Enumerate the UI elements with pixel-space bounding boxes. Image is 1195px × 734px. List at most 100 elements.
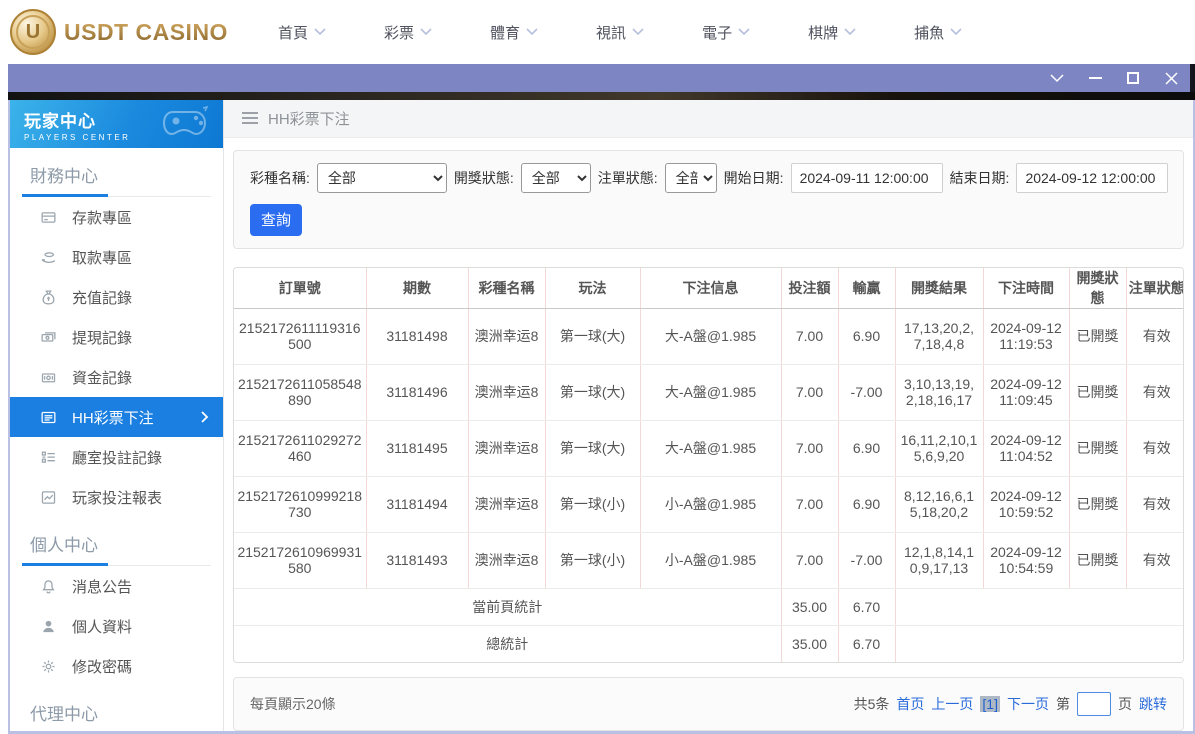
- cell-draw-status: 已開獎: [1069, 420, 1127, 477]
- col-order-no: 訂單號: [234, 267, 367, 309]
- cell-bet-status: 有效: [1126, 308, 1183, 365]
- window-close-button[interactable]: [1163, 70, 1179, 86]
- draw-status-label: 開獎狀態:: [453, 169, 514, 186]
- nav-item-boardgames[interactable]: 棋牌: [808, 22, 856, 43]
- start-date-label: 開始日期:: [723, 169, 784, 186]
- cell-period: 31181494: [366, 476, 469, 533]
- cell-period: 31181496: [366, 364, 469, 421]
- sidebar-section-agent: 代理中心: [10, 686, 223, 731]
- brand-logo[interactable]: U USDT CASINO: [0, 9, 248, 55]
- lottery-name-select[interactable]: 全部: [316, 162, 447, 193]
- sidebar-item-label: 資金記錄: [72, 369, 133, 387]
- jump-prefix-label: 第: [1056, 696, 1070, 712]
- sidebar-item-announcements[interactable]: 消息公告: [10, 566, 223, 606]
- cell-draw-result: 17,13,20,2,7,18,4,8: [895, 308, 984, 365]
- jump-button[interactable]: 跳转: [1139, 694, 1167, 714]
- sidebar-item-profile[interactable]: 個人資料: [10, 606, 223, 646]
- page-jump-input[interactable]: [1077, 692, 1111, 716]
- sidebar-item-label: HH彩票下注: [72, 409, 154, 427]
- window-dropdown-icon[interactable]: [1049, 70, 1065, 86]
- cell-order-no: 2152172611058548890: [234, 364, 367, 421]
- col-draw-status: 開獎狀態: [1069, 267, 1127, 309]
- chevron-down-icon: [844, 28, 856, 36]
- nav-item-slots[interactable]: 電子: [702, 22, 750, 43]
- sidebar-item-fund-record[interactable]: 資金記錄: [10, 357, 223, 397]
- page-title: HH彩票下注: [268, 110, 350, 128]
- cell-bet-status: 有效: [1126, 476, 1183, 533]
- sidebar-item-deposit[interactable]: 存款專區: [10, 197, 223, 237]
- gamepad-icon: [163, 106, 209, 136]
- col-play-type: 玩法: [545, 267, 641, 309]
- bet-status-select[interactable]: 全部: [664, 162, 717, 193]
- hamburger-menu-icon[interactable]: [242, 112, 258, 125]
- sidebar-item-change-password[interactable]: 修改密碼: [10, 646, 223, 686]
- site-top-nav: U USDT CASINO 首頁 彩票 體育 視訊 電子 棋牌 捕魚: [0, 0, 1195, 64]
- col-bet-time: 下注時間: [983, 267, 1070, 309]
- col-winloss: 輸贏: [838, 267, 896, 309]
- end-date-label: 結束日期:: [949, 169, 1010, 186]
- sidebar-item-player-report[interactable]: 玩家投注報表: [10, 477, 223, 517]
- cell-bet-time: 2024-09-12 11:04:52: [983, 420, 1070, 477]
- bet-list-icon: [40, 409, 57, 426]
- cell-draw-status: 已開獎: [1069, 532, 1127, 589]
- window-dark-strip: [8, 92, 1195, 100]
- checklist-icon: [40, 449, 57, 466]
- cell-lottery-name: 澳洲幸运8: [468, 364, 546, 421]
- report-chart-icon: [40, 489, 57, 506]
- first-page-link[interactable]: 首页: [896, 694, 924, 714]
- filter-panel: 彩種名稱: 全部 開獎狀態: 全部 注單狀態: 全部 開始日期: 2024-09…: [233, 149, 1184, 249]
- current-page-indicator: [1]: [980, 696, 1000, 712]
- cell-period: 31181495: [366, 420, 469, 477]
- grand-summary-row: 總統計 35.00 6.70: [234, 625, 1183, 662]
- sidebar-item-withdrawal-record[interactable]: 提現記錄: [10, 317, 223, 357]
- person-icon: [40, 618, 57, 635]
- cell-lottery-name: 澳洲幸运8: [468, 420, 546, 477]
- draw-status-select[interactable]: 全部: [520, 162, 591, 193]
- nav-item-home[interactable]: 首頁: [278, 22, 326, 43]
- hand-money-icon: [40, 249, 57, 266]
- titlebar-edge: [1190, 64, 1195, 92]
- sidebar-item-recharge-record[interactable]: 充值記錄: [10, 277, 223, 317]
- section-label: 代理中心: [30, 705, 98, 724]
- lottery-name-label: 彩種名稱:: [250, 169, 310, 186]
- table-row: 2152172611058548890 31181496 澳洲幸运8 第一球(大…: [234, 364, 1183, 421]
- window-minimize-button[interactable]: [1087, 70, 1103, 86]
- cell-order-no: 2152172611119316500: [234, 308, 367, 365]
- sidebar-item-label: 消息公告: [72, 578, 133, 596]
- pagination-bar: 每頁顯示20條 共5条 首页 上一页 [1] 下一页 第 页 跳转: [233, 677, 1184, 731]
- nav-item-sports[interactable]: 體育: [490, 22, 538, 43]
- sidebar-item-label: 存款專區: [72, 209, 133, 227]
- cell-period: 31181493: [366, 532, 469, 589]
- banknote-icon: [40, 329, 57, 346]
- nav-item-video[interactable]: 視訊: [596, 22, 644, 43]
- next-page-link[interactable]: 下一页: [1007, 694, 1049, 714]
- col-period: 期數: [366, 267, 469, 309]
- cell-lottery-name: 澳洲幸运8: [468, 308, 546, 365]
- cell-winloss: -7.00: [838, 532, 896, 589]
- main-menu: 首頁 彩票 體育 視訊 電子 棋牌 捕魚: [278, 22, 962, 43]
- nav-label: 彩票: [384, 24, 415, 42]
- cell-bet-info: 小-A盤@1.985: [640, 476, 782, 533]
- start-date-input[interactable]: [790, 162, 943, 193]
- bet-status-label: 注單狀態:: [597, 169, 658, 186]
- window-maximize-button[interactable]: [1125, 70, 1141, 86]
- section-label: 財務中心: [30, 167, 98, 186]
- sidebar-item-withdraw[interactable]: 取款專區: [10, 237, 223, 277]
- sidebar-item-hall-bet-record[interactable]: 廳室投註記錄: [10, 437, 223, 477]
- query-button[interactable]: 查詢: [250, 203, 302, 236]
- cell-winloss: 6.90: [838, 420, 896, 477]
- section-divider: [22, 563, 211, 566]
- chevron-down-icon: [314, 28, 326, 36]
- nav-item-lottery[interactable]: 彩票: [384, 22, 432, 43]
- cell-play-type: 第一球(大): [545, 308, 641, 365]
- cell-play-type: 第一球(大): [545, 364, 641, 421]
- prev-page-link[interactable]: 上一页: [931, 694, 973, 714]
- coin-letter: U: [16, 15, 50, 49]
- end-date-input[interactable]: [1016, 162, 1169, 193]
- nav-item-fishing[interactable]: 捕魚: [914, 22, 962, 43]
- bell-icon: [40, 578, 57, 595]
- sidebar-item-hh-lottery-bets[interactable]: HH彩票下注: [10, 397, 223, 437]
- cell-bet-info: 大-A盤@1.985: [640, 364, 782, 421]
- nav-label: 電子: [702, 24, 733, 42]
- cell-draw-status: 已開獎: [1069, 364, 1127, 421]
